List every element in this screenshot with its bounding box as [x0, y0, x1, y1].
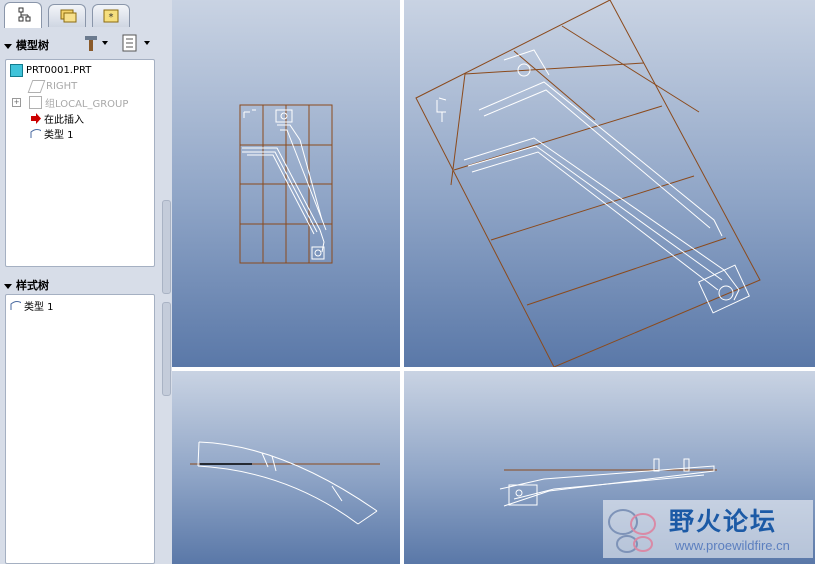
style-tree-header[interactable]: 样式树: [4, 277, 49, 293]
tab-favorites[interactable]: *: [92, 4, 130, 27]
tree-item-part[interactable]: PRT0001.PRT: [10, 63, 91, 78]
tree-item-style[interactable]: 类型 1: [30, 126, 74, 141]
model-tree-header[interactable]: 模型树: [4, 37, 49, 53]
group-icon: [29, 96, 42, 109]
folder-browser-icon: [60, 9, 77, 23]
style-feature-icon: [30, 129, 41, 138]
viewport-divider-horizontal: [172, 367, 815, 371]
tools-icon: [85, 36, 108, 51]
insert-here-arrow-icon: [31, 113, 41, 124]
tab-folder-browser[interactable]: [48, 4, 86, 27]
isometric-view-drawing: [415, 0, 761, 367]
datum-plane-icon: [27, 80, 46, 93]
part-icon: [10, 64, 23, 77]
splitter-handle-top[interactable]: [162, 200, 171, 294]
model-tree-icon: [18, 7, 31, 22]
watermark-title: 野火论坛: [669, 507, 778, 536]
style-tree-panel: 类型 1: [5, 294, 155, 564]
collapse-icon: [4, 283, 12, 289]
style-feature-icon: [10, 301, 21, 310]
tree-item-right[interactable]: RIGHT: [27, 79, 77, 94]
navigator-panel: * 模型树 PRT0001.PRT RIGHT + 组LOCAL_GROUP 在…: [0, 0, 160, 564]
viewport-top-right[interactable]: [404, 0, 815, 367]
settings-dropdown-button[interactable]: [83, 33, 111, 53]
watermark-url: www.proewildfire.cn: [675, 538, 790, 553]
tree-item-insert-here[interactable]: 在此插入: [30, 111, 84, 126]
viewport-top-left[interactable]: [172, 0, 400, 367]
panel-splitter[interactable]: [160, 0, 172, 564]
expand-icon[interactable]: +: [12, 98, 21, 107]
collapse-icon: [4, 43, 12, 49]
viewport-divider-vertical: [400, 0, 404, 564]
list-icon: [122, 34, 150, 52]
tab-model-tree[interactable]: [4, 2, 42, 28]
splitter-handle-bottom[interactable]: [162, 302, 171, 396]
show-dropdown-button[interactable]: [120, 33, 154, 53]
butterfly-logo-icon: [608, 509, 656, 553]
style-tree-item[interactable]: 类型 1: [10, 298, 54, 313]
watermark: 野火论坛 www.proewildfire.cn: [603, 500, 813, 558]
svg-text:*: *: [109, 12, 114, 23]
side-view-drawing: [190, 441, 380, 525]
viewport-bottom-left[interactable]: [172, 371, 400, 564]
model-tree-panel: PRT0001.PRT RIGHT + 组LOCAL_GROUP 在此插入 类型…: [5, 59, 155, 267]
navigator-tabs: *: [2, 2, 158, 28]
front-view-drawing: [239, 104, 333, 264]
favorites-icon: *: [103, 9, 119, 23]
tree-item-local-group[interactable]: + 组LOCAL_GROUP: [12, 95, 128, 110]
